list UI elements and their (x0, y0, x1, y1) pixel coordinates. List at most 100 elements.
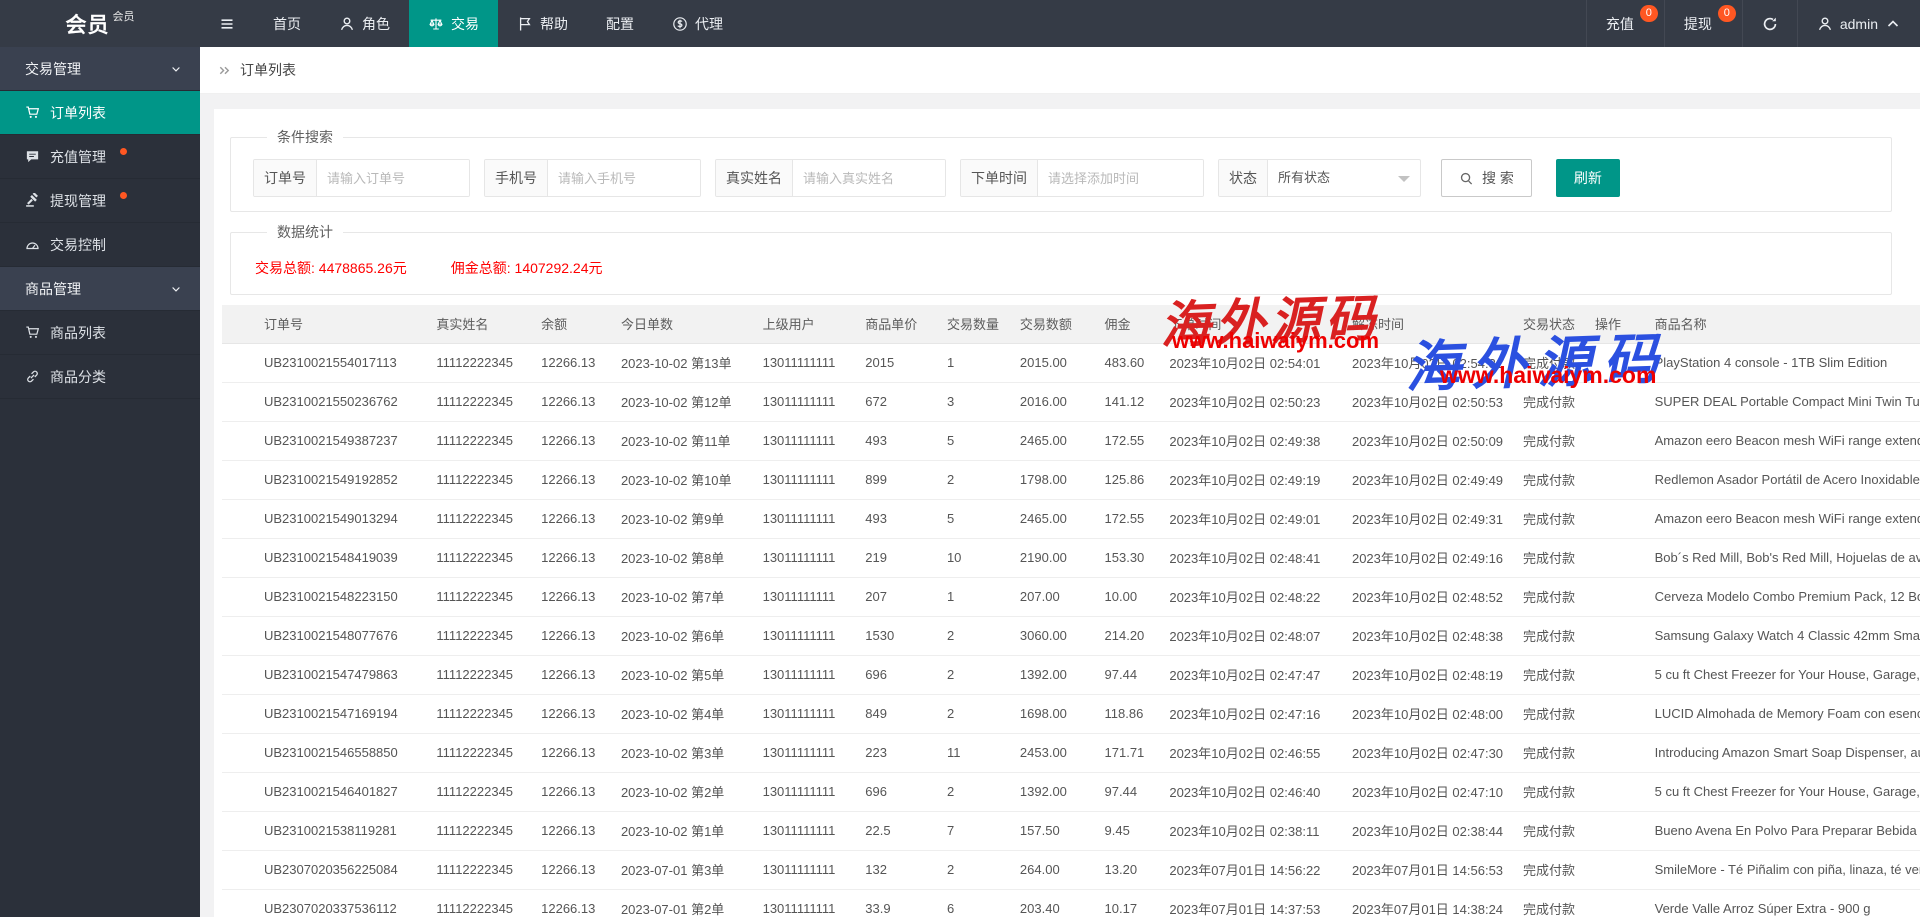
app-logo: 会员 会员 (0, 0, 200, 47)
table-cell: 2023年10月02日 02:46:55 (1159, 733, 1342, 772)
sidebar-item-withdraw-mgmt[interactable]: 提现管理 (0, 179, 200, 223)
table-cell: Samsung Galaxy Watch 4 Classic 42mm Smar… (1645, 616, 1920, 655)
table-cell: UB2310021547169194 (222, 694, 426, 733)
table-cell: 2023年10月02日 02:48:41 (1159, 538, 1342, 577)
table-cell: 2023年10月02日 02:48:07 (1159, 616, 1342, 655)
table-cell (1585, 499, 1645, 538)
table-cell: 2023-07-01 第3单 (611, 850, 753, 889)
table-cell: 483.60 (1095, 343, 1160, 382)
user-menu[interactable]: admin (1797, 0, 1920, 47)
sidebar-item-trade-control[interactable]: 交易控制 (0, 223, 200, 267)
hamburger-button[interactable] (200, 0, 254, 47)
sidebar-item-order-list[interactable]: 订单列表 (0, 91, 200, 135)
column-header: 今日单数 (611, 305, 753, 343)
sidebar-item-order-list-label: 订单列表 (50, 103, 106, 123)
sidebar-group-goods[interactable]: 商品管理 (0, 267, 200, 311)
table-cell: 9.45 (1095, 811, 1160, 850)
nav-item-withdraw[interactable]: 提现0 (1664, 0, 1742, 47)
notification-dot (120, 148, 127, 155)
table-cell: 3060.00 (1010, 616, 1095, 655)
nav-item-agent[interactable]: 代理 (653, 0, 742, 47)
table-cell: 11112222345 (426, 499, 531, 538)
table-cell: UB2307020337536112 (222, 889, 426, 917)
table-cell: 2453.00 (1010, 733, 1095, 772)
table-cell: Amazon eero Beacon mesh WiFi range exten… (1645, 421, 1920, 460)
search-button[interactable]: 搜 索 (1441, 159, 1532, 197)
column-header: 操作 (1585, 305, 1645, 343)
table-cell: 125.86 (1095, 460, 1160, 499)
table-cell: 2023年10月02日 02:48:52 (1342, 577, 1513, 616)
cart-icon (25, 105, 40, 120)
table-cell (1585, 382, 1645, 421)
nav-item-config[interactable]: 配置 (587, 0, 653, 47)
sidebar-group-goods-label: 商品管理 (25, 279, 81, 299)
nav-item-trade[interactable]: 交易 (409, 0, 498, 47)
nav-item-help[interactable]: 帮助 (498, 0, 587, 47)
table-cell: 2023-10-02 第11单 (611, 421, 753, 460)
nav-item-recharge[interactable]: 充值0 (1586, 0, 1664, 47)
sidebar-item-goods-list[interactable]: 商品列表 (0, 311, 200, 355)
table-cell (1585, 616, 1645, 655)
table-cell: 13011111111 (753, 694, 856, 733)
table-cell: 2023年10月02日 02:47:47 (1159, 655, 1342, 694)
nav-item-home[interactable]: 首页 (254, 0, 320, 47)
table-cell: 2015.00 (1010, 343, 1095, 382)
table-cell: 1530 (855, 616, 937, 655)
table-cell: 11112222345 (426, 733, 531, 772)
flag-icon (517, 16, 533, 32)
nav-item-trade-label: 交易 (451, 14, 479, 34)
table-cell: 132 (855, 850, 937, 889)
table-cell: 11112222345 (426, 772, 531, 811)
table-cell: 10.17 (1095, 889, 1160, 917)
table-cell: 完成付款 (1513, 850, 1585, 889)
table-cell: 2023年10月02日 02:38:44 (1342, 811, 1513, 850)
status-select-label: 状态 (1219, 160, 1268, 196)
table-cell: 12266.13 (531, 460, 611, 499)
table-cell: 12266.13 (531, 733, 611, 772)
table-cell: 11112222345 (426, 850, 531, 889)
table-cell: 2023年10月02日 02:49:01 (1159, 499, 1342, 538)
table-cell: 完成付款 (1513, 655, 1585, 694)
table-cell: 1392.00 (1010, 655, 1095, 694)
dollar-circle-icon (672, 16, 688, 32)
nav-item-role[interactable]: 角色 (320, 0, 409, 47)
sidebar-item-goods-list-label: 商品列表 (50, 323, 106, 343)
order-no-field[interactable] (317, 160, 469, 196)
table-cell: 13011111111 (753, 733, 856, 772)
phone-field[interactable] (548, 160, 700, 196)
table-cell: 2023年10月02日 02:47:30 (1342, 733, 1513, 772)
sidebar-item-withdraw-mgmt-label: 提现管理 (50, 191, 106, 211)
table-cell: 2023年10月02日 02:47:16 (1159, 694, 1342, 733)
real-name-field[interactable] (793, 160, 945, 196)
nav-refresh-button[interactable] (1742, 0, 1797, 47)
table-cell: 13011111111 (753, 850, 856, 889)
table-row: UB23100215540171131111222234512266.13202… (222, 343, 1920, 382)
table-cell: 11112222345 (426, 577, 531, 616)
table-cell: 672 (855, 382, 937, 421)
table-cell: 118.86 (1095, 694, 1160, 733)
nav-right: 充值0提现0 admin (1586, 0, 1920, 47)
chevron-down-icon (170, 283, 182, 295)
table-cell: 2023年10月02日 02:50:53 (1342, 382, 1513, 421)
table-cell: 2023-10-02 第3单 (611, 733, 753, 772)
comment-icon (25, 149, 40, 164)
table-cell: 11112222345 (426, 421, 531, 460)
table-row: UB23100215502367621111222234512266.13202… (222, 382, 1920, 421)
table-cell: 完成付款 (1513, 499, 1585, 538)
double-arrow-icon (217, 63, 232, 78)
sidebar-item-goods-category[interactable]: 商品分类 (0, 355, 200, 399)
column-header: 商品单价 (855, 305, 937, 343)
search-fieldset: 条件搜索 订单号手机号真实姓名下单时间状态所有状态搜 索刷新 (230, 127, 1892, 212)
column-header: 交易状态 (1513, 305, 1585, 343)
table-cell: UB2310021548419039 (222, 538, 426, 577)
order-no-field-label: 订单号 (254, 160, 317, 196)
status-select[interactable]: 所有状态 (1268, 160, 1420, 196)
table-cell: 13011111111 (753, 343, 856, 382)
person-icon (1817, 16, 1833, 32)
refresh-button[interactable]: 刷新 (1556, 159, 1620, 197)
sidebar-item-recharge-mgmt[interactable]: 充值管理 (0, 135, 200, 179)
table-cell: 2023年10月02日 02:50:23 (1159, 382, 1342, 421)
sidebar-group-trade[interactable]: 交易管理 (0, 47, 200, 91)
table-cell: 13011111111 (753, 889, 856, 917)
order-time-field[interactable] (1038, 160, 1203, 196)
